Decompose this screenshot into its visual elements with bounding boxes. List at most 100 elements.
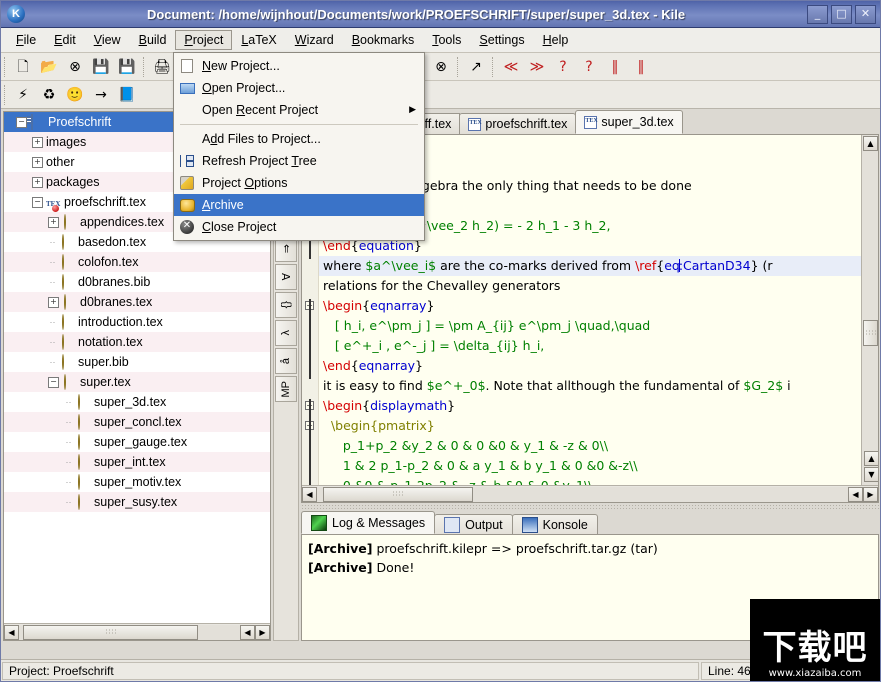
menu-bookmarks[interactable]: Bookmarks — [343, 30, 424, 50]
scroll-right-icon[interactable]: ▶ — [255, 624, 270, 640]
tree-row[interactable]: ·· super_int.tex — [4, 452, 270, 472]
latex-button[interactable]: ♻ — [37, 83, 61, 107]
message-tab[interactable]: Log & Messages — [301, 511, 436, 534]
output-icon — [444, 516, 461, 533]
open-file-button[interactable]: 📂 — [37, 55, 61, 79]
menu-tools[interactable]: Tools — [423, 30, 470, 50]
tree-collapse-icon[interactable]: − — [48, 376, 59, 388]
scroll-up-icon[interactable]: ▲ — [863, 136, 878, 151]
editor-scroll-left-icon[interactable]: ◀ — [302, 486, 317, 502]
tree-row[interactable]: ·· super_susy.tex — [4, 492, 270, 512]
editor-scroll-left-icon-2[interactable]: ◀ — [848, 486, 863, 502]
menu-item-open-project[interactable]: Open Project... — [174, 77, 424, 99]
menu-item-add-files-to-project[interactable]: Add Files to Project... — [174, 128, 424, 150]
tree-expand-icon[interactable]: + — [32, 156, 43, 168]
tree-row[interactable]: ·· super_gauge.tex — [4, 432, 270, 452]
next-warning-button[interactable]: ? — [577, 55, 601, 79]
tree-row[interactable]: ·· notation.tex — [4, 332, 270, 352]
menu-settings[interactable]: Settings — [470, 30, 533, 50]
tree-row[interactable]: ·· super_concl.tex — [4, 412, 270, 432]
log-text: proefschrift.kilepr => proefschrift.tar.… — [372, 541, 658, 556]
menu-item-refresh-project-tree[interactable]: Refresh Project Tree — [174, 150, 424, 172]
tree-item-label: super_gauge.tex — [94, 435, 188, 449]
scroll-left-icon-2[interactable]: ◀ — [240, 624, 255, 640]
scroll-down-icon[interactable]: ▼ — [864, 467, 878, 482]
project-menu-popup[interactable]: New Project... Open Project... Open Recent… — [173, 52, 425, 241]
hscroll-track[interactable] — [19, 624, 240, 640]
minimize-icon[interactable]: _ — [807, 4, 828, 24]
vtab-symbols-misc[interactable]: MP — [275, 376, 297, 402]
quickbuild-button[interactable]: ⚡ — [11, 83, 35, 107]
vtab-symbols-delimiters[interactable]: {} — [275, 292, 297, 318]
menu-item-close-project[interactable]: ✕ Close Project — [174, 216, 424, 238]
dvi-viewer-button[interactable]: 🙂 — [63, 83, 87, 107]
menu-file[interactable]: File — [7, 30, 45, 50]
next-error-button[interactable]: ≫ — [525, 55, 549, 79]
vtab-symbols-special[interactable]: å — [275, 348, 297, 374]
menu-item-new-project[interactable]: New Project... — [174, 55, 424, 77]
tree-row[interactable]: + d0branes.tex — [4, 292, 270, 312]
maximize-icon[interactable]: □ — [831, 4, 852, 24]
editor-hscroll-thumb[interactable] — [323, 486, 473, 502]
kile-app-icon: K — [7, 5, 25, 23]
code-token: eqnarray — [358, 358, 416, 373]
menu-view[interactable]: View — [85, 30, 130, 50]
editor-hscrollbar[interactable]: ◀ ◀ ▶ — [302, 485, 878, 502]
prev-warning-button[interactable]: ? — [551, 55, 575, 79]
tree-collapse-icon[interactable]: − — [32, 196, 43, 208]
tree-row[interactable]: ·· super_3d.tex — [4, 392, 270, 412]
tree-row[interactable]: ·· d0branes.bib — [4, 272, 270, 292]
hscroll-thumb[interactable] — [23, 624, 198, 640]
prev-error-button[interactable]: ≪ — [499, 55, 523, 79]
editor-hscroll-track[interactable] — [317, 486, 848, 502]
save-file-button[interactable]: 💾 — [89, 55, 113, 79]
scroll-left-icon[interactable]: ◀ — [4, 624, 19, 640]
vscroll-thumb[interactable] — [863, 320, 878, 346]
tree-row[interactable]: ·· super.bib — [4, 352, 270, 372]
menu-help[interactable]: Help — [534, 30, 578, 50]
tree-expand-icon[interactable]: + — [48, 216, 59, 228]
menu-item-archive[interactable]: Archive — [174, 194, 424, 216]
menu-item-open-recent-project[interactable]: Open Recent Project ▶ — [174, 99, 424, 121]
ps-viewer-button[interactable]: 📘 — [115, 83, 139, 107]
tree-row[interactable]: ·· introduction.tex — [4, 312, 270, 332]
tree-expand-icon[interactable]: + — [32, 136, 43, 148]
close-file-button[interactable]: ⊗ — [63, 55, 87, 79]
editor-tab[interactable]: TEX super_3d.tex — [575, 110, 683, 134]
tree-row[interactable]: ·· super_motiv.tex — [4, 472, 270, 492]
menu-project[interactable]: Project — [175, 30, 233, 50]
tree-row[interactable]: − super.tex — [4, 372, 270, 392]
prev-badbox-button[interactable]: ‖ — [603, 55, 627, 79]
konsole-icon — [521, 516, 538, 533]
vtab-symbols-logic[interactable]: ∀ — [275, 264, 297, 290]
vtab-symbols-greek[interactable]: λ — [275, 320, 297, 346]
save-as-button[interactable]: 💾 — [115, 55, 139, 79]
file-dot-glyph — [62, 354, 64, 370]
scroll-up-icon-2[interactable]: ▲ — [864, 451, 878, 466]
tree-collapse-icon[interactable]: − — [16, 116, 27, 128]
tree-row[interactable]: ·· colofon.tex — [4, 252, 270, 272]
tree-expand-icon[interactable]: + — [48, 296, 59, 308]
menu-latex[interactable]: LaTeX — [232, 30, 285, 50]
dvi-to-ps-button[interactable]: → — [89, 83, 113, 107]
editor-vscrollbar[interactable]: ▲ ▲ ▼ — [861, 135, 878, 485]
project-tree-hscrollbar[interactable]: ◀ ◀ ▶ — [4, 623, 270, 640]
new-file-button[interactable]: 🗋 — [11, 55, 35, 79]
chart-button[interactable]: ↗ — [464, 55, 488, 79]
menu-wizard[interactable]: Wizard — [286, 30, 343, 50]
tree-expand-icon[interactable]: + — [32, 176, 43, 188]
editor-hscroll-grip — [392, 490, 404, 498]
code-token: p_1+p_2 &y_2 & 0 & 0 &0 & y_1 & -z & 0\\ — [323, 438, 609, 453]
editor-scroll-right-icon[interactable]: ▶ — [863, 486, 878, 502]
panel-splitter[interactable] — [301, 504, 879, 510]
close-icon[interactable]: ✕ — [855, 4, 876, 24]
message-tab[interactable]: Konsole — [511, 514, 598, 534]
menu-edit[interactable]: Edit — [45, 30, 85, 50]
menu-item-project-options[interactable]: Project Options — [174, 172, 424, 194]
print-button[interactable]: 🖨 — [150, 55, 174, 79]
editor-tab[interactable]: TEX proefschrift.tex — [459, 113, 577, 134]
stop-button[interactable]: ⊗ — [429, 55, 453, 79]
next-badbox-button[interactable]: ‖ — [629, 55, 653, 79]
menu-build[interactable]: Build — [130, 30, 176, 50]
message-tab[interactable]: Output — [434, 514, 513, 534]
